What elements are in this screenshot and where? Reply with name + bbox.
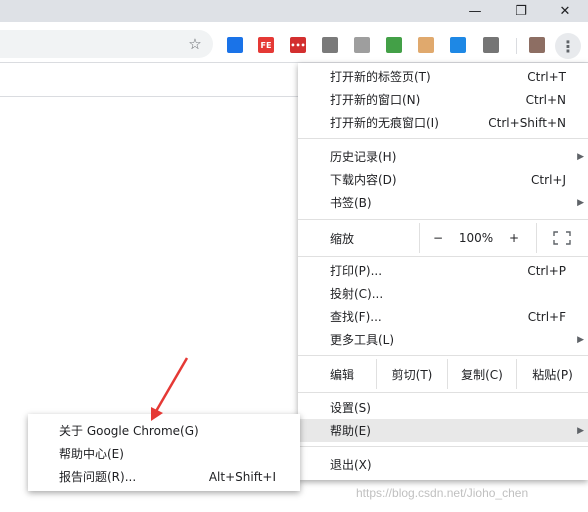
- menu-item-bookmarks[interactable]: 书签(B) ▶: [298, 191, 588, 214]
- zoom-level: 100%: [458, 231, 494, 245]
- menu-item-shortcut: Ctrl+J: [531, 172, 566, 187]
- restore-button[interactable]: ❐: [498, 0, 544, 22]
- submenu-arrow-icon: ▶: [577, 334, 584, 345]
- zoom-divider: [419, 223, 420, 253]
- menu-item-label: 更多工具(L): [330, 333, 395, 347]
- pocket-ext-icon[interactable]: [450, 37, 466, 53]
- submenu-item-shortcut: Alt+Shift+I: [208, 469, 276, 484]
- menu-separator: [298, 138, 588, 139]
- menu-item-history[interactable]: 历史记录(H) ▶: [298, 145, 588, 168]
- submenu-arrow-icon: ▶: [577, 197, 584, 208]
- shield-ext-icon[interactable]: [386, 37, 402, 53]
- menu-item-label: 查找(F)...: [330, 310, 382, 324]
- close-icon: ✕: [559, 3, 571, 19]
- translate-ext-icon[interactable]: [227, 37, 243, 53]
- menu-item-label: 书签(B): [330, 196, 372, 210]
- menu-item-label: 帮助(E): [330, 424, 371, 438]
- minimize-icon: —: [468, 3, 482, 19]
- menu-item-label: 打开新的无痕窗口(I): [330, 116, 439, 130]
- help-submenu: 关于 Google Chrome(G) 帮助中心(E) 报告问题(R)... A…: [28, 414, 300, 491]
- menu-item-shortcut: Ctrl+F: [527, 309, 566, 324]
- menu-item-incognito[interactable]: 打开新的无痕窗口(I) Ctrl+Shift+N: [298, 111, 588, 134]
- menu-item-more-tools[interactable]: 更多工具(L) ▶: [298, 328, 588, 351]
- menu-item-shortcut: Ctrl+T: [527, 69, 566, 84]
- zoom-out-button[interactable]: −: [424, 223, 452, 253]
- address-bar[interactable]: [0, 30, 213, 58]
- menu-item-label: 打开新的窗口(N): [330, 93, 421, 107]
- menu-item-label: 设置(S): [330, 401, 371, 415]
- menu-item-label: 打印(P)...: [330, 264, 383, 278]
- menu-item-new-window[interactable]: 打开新的窗口(N) Ctrl+N: [298, 88, 588, 111]
- menu-item-shortcut: Ctrl+N: [525, 92, 566, 107]
- zoom-row: 缩放 − 100% +: [298, 223, 588, 253]
- more-vert-icon: ⋮: [560, 36, 576, 56]
- chrome-main-menu: 打开新的标签页(T) Ctrl+T 打开新的窗口(N) Ctrl+N 打开新的无…: [298, 63, 588, 480]
- circle-ext-icon[interactable]: [483, 37, 499, 53]
- cut-button[interactable]: 剪切(T): [377, 359, 447, 389]
- menu-item-settings[interactable]: 设置(S): [298, 396, 588, 419]
- title-bar: — ❐ ✕: [0, 0, 588, 22]
- minimize-button[interactable]: —: [452, 0, 498, 22]
- menu-item-downloads[interactable]: 下载内容(D) Ctrl+J: [298, 168, 588, 191]
- menu-item-help[interactable]: 帮助(E) ▶: [298, 419, 588, 442]
- wrench-ext-icon[interactable]: [529, 37, 545, 53]
- robot-ext-icon[interactable]: [418, 37, 434, 53]
- paste-button[interactable]: 粘贴(P): [517, 359, 588, 389]
- menu-item-label: 打开新的标签页(T): [330, 70, 431, 84]
- menu-item-find[interactable]: 查找(F)... Ctrl+F: [298, 305, 588, 328]
- submenu-arrow-icon: ▶: [577, 425, 584, 436]
- close-button[interactable]: ✕: [542, 0, 588, 22]
- menu-item-cast[interactable]: 投射(C)...: [298, 282, 588, 305]
- copy-button[interactable]: 复制(C): [448, 359, 516, 389]
- submenu-item-help-center[interactable]: 帮助中心(E): [28, 442, 300, 465]
- edit-row: 编辑 剪切(T) 复制(C) 粘贴(P): [298, 359, 588, 389]
- menu-separator: [298, 392, 588, 393]
- menu-item-exit[interactable]: 退出(X): [298, 453, 588, 476]
- menu-item-print[interactable]: 打印(P)... Ctrl+P: [298, 259, 588, 282]
- menu-item-label: 退出(X): [330, 458, 372, 472]
- bookmark-star-icon[interactable]: ☆: [186, 35, 204, 53]
- watermark: https://blog.csdn.net/Jioho_chen: [356, 486, 529, 500]
- dots-ext-icon[interactable]: •••: [290, 37, 306, 53]
- menu-item-label: 投射(C)...: [330, 287, 384, 301]
- restore-icon: ❐: [515, 3, 527, 19]
- menu-item-new-tab[interactable]: 打开新的标签页(T) Ctrl+T: [298, 65, 588, 88]
- vue-ext-icon[interactable]: [322, 37, 338, 53]
- submenu-item-report[interactable]: 报告问题(R)... Alt+Shift+I: [28, 465, 300, 488]
- fe-ext-icon[interactable]: FE: [258, 37, 274, 53]
- annotation-arrow-icon: [151, 357, 189, 421]
- menu-separator: [298, 256, 588, 257]
- zoom-divider: [536, 223, 537, 253]
- menu-item-shortcut: Ctrl+Shift+N: [488, 115, 566, 130]
- submenu-item-label: 报告问题(R)...: [59, 470, 137, 484]
- submenu-arrow-icon: ▶: [577, 151, 584, 162]
- submenu-item-label: 帮助中心(E): [59, 447, 124, 461]
- toolbar-divider: [516, 38, 517, 54]
- menu-separator: [298, 355, 588, 356]
- edit-label: 编辑: [330, 367, 355, 382]
- menu-item-shortcut: Ctrl+P: [527, 263, 566, 278]
- fullscreen-icon: [553, 231, 571, 245]
- fullscreen-button[interactable]: [544, 223, 580, 253]
- menu-item-label: 下载内容(D): [330, 173, 397, 187]
- zoom-label: 缩放: [330, 231, 355, 246]
- menu-item-label: 历史记录(H): [330, 150, 397, 164]
- puzzle-ext-icon[interactable]: [354, 37, 370, 53]
- menu-separator: [298, 219, 588, 220]
- zoom-in-button[interactable]: +: [500, 223, 528, 253]
- chrome-menu-button[interactable]: ⋮: [555, 33, 581, 59]
- menu-separator: [298, 446, 588, 447]
